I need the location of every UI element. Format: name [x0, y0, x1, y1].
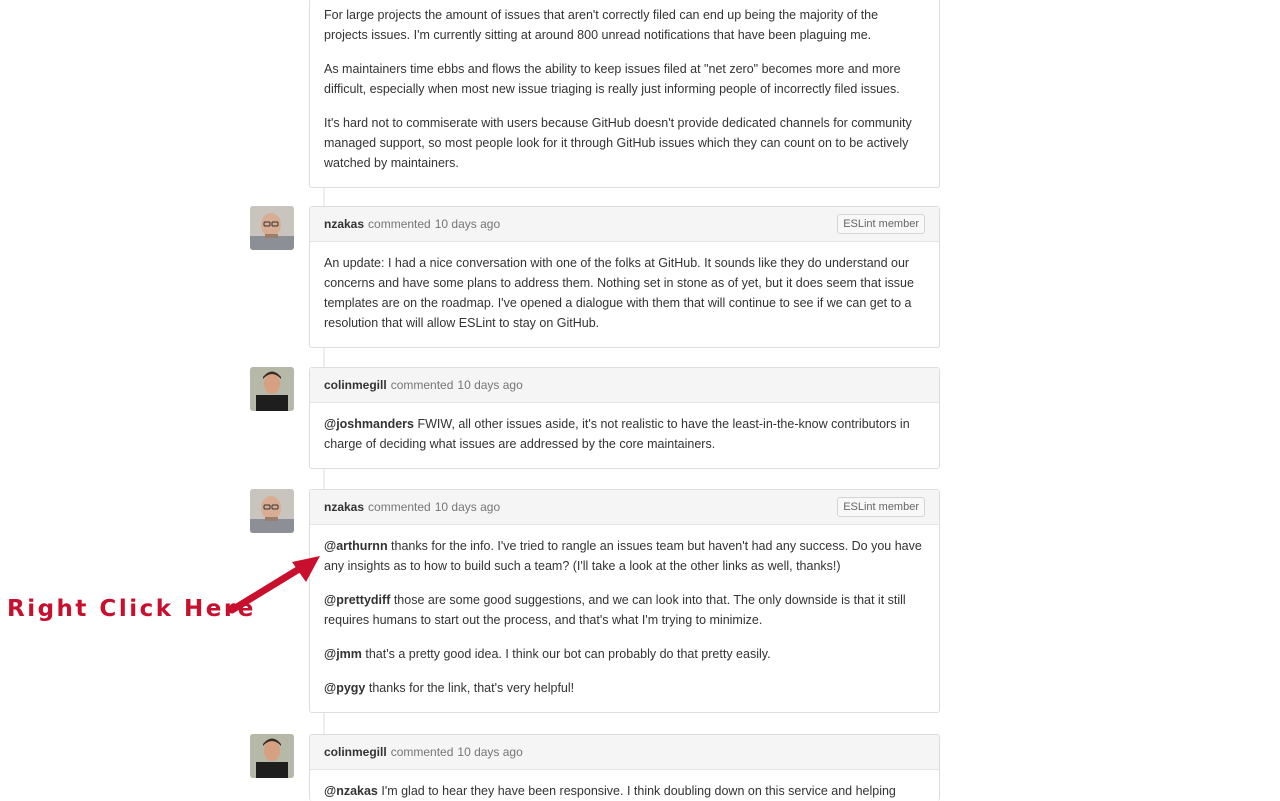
member-badge: ESLint member — [837, 497, 925, 517]
avatar-colinmegill[interactable] — [250, 734, 294, 778]
annotation-label: Right Click Here — [7, 596, 256, 622]
comment-paragraph: @joshmanders FWIW, all other issues asid… — [324, 414, 925, 454]
member-badge: ESLint member — [837, 214, 925, 234]
comment-timestamp-link[interactable]: 10 days ago — [435, 500, 500, 514]
comment-author-link[interactable]: nzakas — [324, 500, 364, 514]
comment-paragraph: @jmm that's a pretty good idea. I think … — [324, 644, 925, 664]
comment-paragraph: An update: I had a nice conversation wit… — [324, 256, 914, 330]
comment-action: commented — [368, 500, 431, 514]
comment-author-link[interactable]: colinmegill — [324, 378, 387, 392]
avatar-colinmegill[interactable] — [250, 367, 294, 411]
comment-author-link[interactable]: colinmegill — [324, 745, 387, 759]
comment-timestamp-link[interactable]: 10 days ago — [435, 217, 500, 231]
comment-paragraph: @arthurnn thanks for the info. I've trie… — [324, 536, 925, 576]
comment-action: commented — [390, 378, 454, 392]
user-mention-link[interactable]: @pygy — [324, 681, 365, 695]
comment-text: I'm glad to hear they have been responsi… — [377, 784, 896, 798]
comment-author-link[interactable]: nzakas — [324, 217, 364, 231]
comment-paragraph: As maintainers time ebbs and flows the a… — [324, 62, 901, 96]
user-mention-link[interactable]: @nzakas — [324, 784, 378, 798]
user-mention-link[interactable]: @arthurnn — [324, 539, 388, 553]
avatar-nzakas[interactable] — [250, 206, 294, 250]
comment-box: For large projects the amount of issues … — [309, 0, 940, 188]
comment-header: nzakas commented 10 days ago ESLint memb… — [310, 207, 939, 242]
comment-paragraph: It's hard not to commiserate with users … — [324, 116, 912, 170]
comment-action: commented — [390, 745, 454, 759]
comment-box: colinmegill commented 10 days ago @nzaka… — [309, 734, 940, 801]
comment-text: those are some good suggestions, and we … — [324, 593, 906, 627]
comment-header: colinmegill commented 10 days ago — [310, 368, 939, 403]
annotation-arrow-icon — [228, 556, 320, 614]
comment-paragraph: @nzakas I'm glad to hear they have been … — [324, 781, 925, 801]
comment-paragraph: For large projects the amount of issues … — [324, 8, 879, 42]
avatar-nzakas[interactable] — [250, 489, 294, 533]
comment-paragraph: @pygy thanks for the link, that's very h… — [324, 678, 925, 698]
comment-box: nzakas commented 10 days ago ESLint memb… — [309, 206, 940, 348]
user-mention-link[interactable]: @joshmanders — [324, 417, 414, 431]
comment-timestamp-link[interactable]: 10 days ago — [457, 378, 522, 392]
comment-header: nzakas commented 10 days ago ESLint memb… — [310, 490, 939, 525]
comment-text: that's a pretty good idea. I think our b… — [361, 647, 771, 661]
comment-text: thanks for the link, that's very helpful… — [365, 681, 575, 695]
comment-text: thanks for the info. I've tried to rangl… — [324, 539, 922, 573]
comment-paragraph: @prettydiff those are some good suggesti… — [324, 590, 925, 630]
comment-box: nzakas commented 10 days ago ESLint memb… — [309, 489, 940, 713]
comment-action: commented — [368, 217, 431, 231]
comment-box: colinmegill commented 10 days ago @joshm… — [309, 367, 940, 469]
user-mention-link[interactable]: @jmm — [324, 647, 362, 661]
user-mention-link[interactable]: @prettydiff — [324, 593, 390, 607]
comment-timestamp-link[interactable]: 10 days ago — [457, 745, 522, 759]
comment-header: colinmegill commented 10 days ago — [310, 735, 939, 770]
